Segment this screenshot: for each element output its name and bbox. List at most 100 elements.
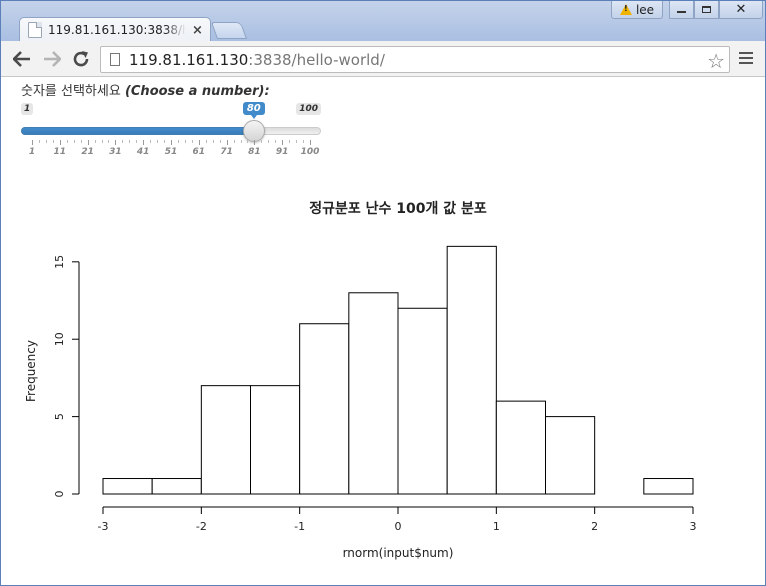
slider-grid-tick: [87, 140, 89, 145]
slider-grid-label: 11: [53, 147, 67, 157]
histogram-bar: [299, 323, 350, 495]
slider-grid-minor-tick: [177, 140, 179, 143]
user-name: lee: [635, 2, 655, 17]
slider-grid-label: 91: [275, 147, 289, 157]
number-slider[interactable]: 1 100 80 1 11 21 31 41 51 61 71 81 91 100: [21, 102, 321, 162]
slider-label-english: (Choose a number):: [124, 84, 270, 99]
slider-grid-label: 1: [28, 147, 36, 157]
address-bar[interactable]: 119.81.161.130:3838/hello-world/ ☆: [100, 46, 730, 73]
slider-grid-minor-tick: [80, 140, 82, 143]
slider-grid-label: 21: [81, 147, 94, 157]
forward-button[interactable]: [42, 49, 62, 69]
browser-toolbar: 119.81.161.130:3838/hello-world/ ☆: [1, 41, 765, 77]
back-arrow-icon: [13, 51, 30, 67]
x-tick-label: 2: [591, 520, 598, 533]
slider-grid-minor-tick: [247, 140, 249, 143]
histogram-bar: [495, 400, 547, 495]
histogram-bar: [643, 478, 694, 495]
star-icon[interactable]: ☆: [707, 49, 725, 73]
reload-icon: [73, 51, 89, 67]
slider-handle[interactable]: [242, 120, 265, 142]
tab-close-button[interactable]: ×: [192, 23, 203, 38]
slider-grid-tick: [226, 140, 228, 145]
forward-arrow-icon: [44, 51, 61, 67]
x-axis-label: rnorm(input$num): [343, 546, 454, 560]
slider-grid-tick: [115, 140, 117, 145]
slider-grid-minor-tick: [275, 140, 277, 143]
slider-grid-minor-tick: [303, 140, 305, 143]
slider-grid-minor-tick: [296, 140, 298, 143]
title-bar: 119.81.161.130:3838/hello-world/ × lee ✕: [1, 1, 765, 42]
user-profile-button[interactable]: lee: [611, 1, 663, 19]
slider-grid-minor-tick: [73, 140, 75, 143]
close-window-button[interactable]: ✕: [719, 1, 763, 19]
slider-grid-minor-tick: [136, 140, 138, 143]
tab-title: 119.81.161.130:3838/hello-world/: [48, 23, 186, 37]
page-favicon-icon: [28, 22, 42, 38]
browser-window: 119.81.161.130:3838/hello-world/ × lee ✕…: [0, 0, 766, 586]
slider-grid-minor-tick: [94, 140, 96, 143]
x-tick-label: -2: [196, 520, 207, 533]
back-button[interactable]: [12, 49, 32, 69]
minimize-button[interactable]: [669, 1, 694, 19]
histogram-chart: 정규분포 난수 100개 값 분포 -3 -2 -1 0 1 2 3 rnorm(input$n…: [24, 200, 697, 560]
slider-grid-minor-tick: [205, 140, 207, 143]
warning-icon: [619, 4, 632, 15]
reload-button[interactable]: [71, 49, 91, 69]
maximize-button[interactable]: [694, 1, 719, 19]
slider-value-label: 80: [242, 102, 265, 119]
slider-grid-minor-tick: [66, 140, 68, 143]
y-tick-label: 0: [53, 491, 66, 498]
slider-grid-minor-tick: [122, 140, 124, 143]
page-icon: [110, 53, 120, 66]
url-host: 119.81.161.130: [129, 50, 249, 69]
slider-grid-minor-tick: [219, 140, 221, 143]
slider-grid-tick: [254, 140, 256, 145]
y-tick-label: 15: [53, 255, 66, 269]
histogram-bar: [250, 385, 301, 495]
slider-grid-minor-tick: [108, 140, 110, 143]
histogram-bar: [545, 416, 596, 495]
slider-grid-label: 41: [136, 147, 150, 157]
slider-label-korean: 숫자를 선택하세요: [21, 84, 121, 99]
slider-max-label: 100: [296, 103, 321, 115]
slider-grid-tick: [59, 140, 61, 145]
slider-grid-minor-tick: [129, 140, 131, 143]
slider-grid-minor-tick: [268, 140, 270, 143]
slider-grid-minor-tick: [184, 140, 186, 143]
y-tick-label: 10: [53, 332, 66, 346]
slider-fill: [21, 127, 254, 135]
slider-grid-label: 81: [248, 147, 261, 157]
y-axis-label: Frequency: [24, 340, 38, 402]
x-tick-label: -1: [294, 520, 305, 533]
chart-title: 정규분포 난수 100개 값 분포: [309, 200, 487, 217]
slider-grid-tick: [310, 140, 311, 145]
slider-grid-minor-tick: [212, 140, 214, 143]
slider-grid-tick: [143, 140, 145, 145]
y-tick-label: 5: [53, 413, 66, 420]
slider-grid-minor-tick: [45, 140, 47, 143]
histogram-bar: [102, 478, 153, 495]
maximize-icon: [702, 6, 711, 13]
slider-grid-minor-tick: [191, 140, 193, 143]
slider-grid-label: 100: [300, 147, 320, 157]
slider-label: 숫자를 선택하세요 (Choose a number):: [21, 80, 270, 99]
browser-tab[interactable]: 119.81.161.130:3838/hello-world/ ×: [19, 17, 211, 42]
slider-grid-label: 31: [109, 147, 122, 157]
slider-grid-minor-tick: [164, 140, 166, 143]
histogram-bar: [446, 245, 497, 495]
new-tab-button[interactable]: [210, 22, 248, 39]
page-content: 숫자를 선택하세요 (Choose a number): 1 100 80 11…: [1, 78, 765, 585]
slider-grid-minor-tick: [150, 140, 152, 143]
slider-grid-label: 51: [164, 147, 178, 157]
slider-grid-minor-tick: [38, 140, 40, 143]
close-icon: ✕: [735, 2, 747, 17]
hamburger-menu-icon[interactable]: [739, 52, 753, 66]
slider-grid-tick: [198, 140, 200, 145]
slider-grid-label: 61: [192, 147, 206, 157]
window-controls: ✕: [669, 1, 763, 19]
histogram-bar: [151, 478, 202, 495]
slider-grid-tick: [282, 140, 284, 145]
x-tick-label: 0: [395, 520, 402, 533]
minimize-icon: [677, 11, 686, 13]
